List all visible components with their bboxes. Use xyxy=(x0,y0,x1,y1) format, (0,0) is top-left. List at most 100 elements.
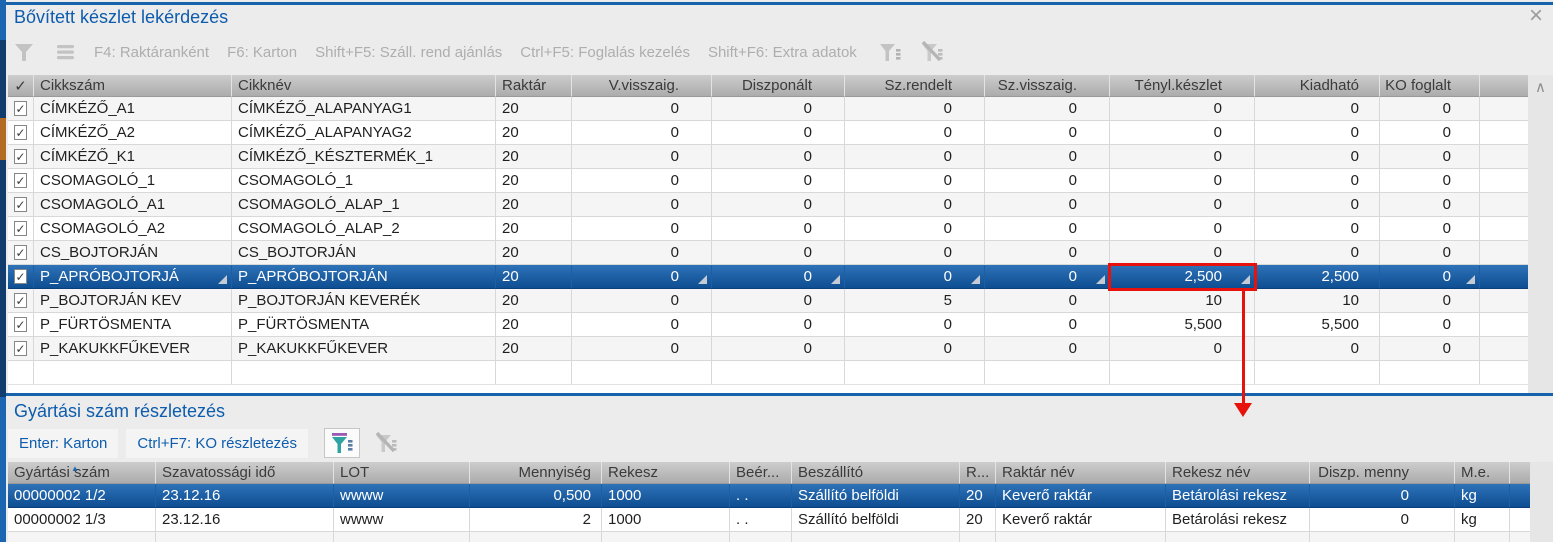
filter-clear-icon[interactable] xyxy=(368,428,404,458)
bottom-grid-scrollbar[interactable] xyxy=(1530,462,1553,542)
cell: 0 xyxy=(572,145,712,169)
cell: 0 xyxy=(1110,217,1255,241)
empty-cell xyxy=(996,532,1166,542)
column-header[interactable]: Beszállító xyxy=(792,462,960,484)
column-header[interactable]: Rekesz név xyxy=(1166,462,1310,484)
window-top-border xyxy=(0,2,1553,5)
table-row[interactable]: ✓ P_FÜRTÖSMENTA P_FÜRTÖSMENTA 20 0 0 0 0 5,500 5,… xyxy=(8,313,1528,337)
empty-cell xyxy=(470,532,602,542)
column-header[interactable]: R... xyxy=(960,462,996,484)
column-header[interactable]: Sz.rendelt xyxy=(845,75,985,97)
column-header[interactable]: Diszp. menny xyxy=(1310,462,1455,484)
cell: 0 xyxy=(1110,337,1255,361)
row-checkbox[interactable]: ✓ xyxy=(8,145,34,169)
row-filler xyxy=(1480,121,1528,145)
cell: 0 xyxy=(1380,337,1480,361)
row-checkbox[interactable]: ✓ xyxy=(8,265,34,289)
table-row[interactable]: ✓ CSOMAGOLÓ_A2 CSOMAGOLÓ_ALAP_2 20 0 0 0 0 0 0 0 xyxy=(8,217,1528,241)
cell: 0 xyxy=(712,337,845,361)
filter-icon[interactable] xyxy=(12,40,38,64)
column-header[interactable]: Raktár xyxy=(496,75,572,97)
cell: CS_BOJTORJÁN xyxy=(34,241,232,265)
column-header[interactable]: Diszponált xyxy=(712,75,845,97)
table-row[interactable]: 00000002 1/3 23.12.16 wwww 2 1000. . Szállító… xyxy=(8,508,1530,532)
cell: 0 xyxy=(1380,121,1480,145)
filter-clear-icon[interactable] xyxy=(919,39,945,65)
action-button[interactable]: Enter: Karton xyxy=(8,428,119,458)
table-row[interactable]: ✓ CÍMKÉZŐ_A1 CÍMKÉZŐ_ALAPANYAG1 20 0 0 0 0 0 0 0 xyxy=(8,97,1528,121)
row-checkbox[interactable]: ✓ xyxy=(8,97,34,121)
close-icon[interactable]: × xyxy=(1529,4,1543,28)
empty-cell xyxy=(1310,532,1455,542)
column-header[interactable]: Kiadható xyxy=(1255,75,1380,97)
column-header[interactable]: Raktár név xyxy=(996,462,1166,484)
table-row[interactable]: ✓ CÍMKÉZŐ_K1 CÍMKÉZŐ_KÉSZTERMÉK_1 20 0 0 0 0 0 0 0 xyxy=(8,145,1528,169)
cell: 0 xyxy=(1380,289,1480,313)
row-checkbox[interactable]: ✓ xyxy=(8,241,34,265)
batch-detail-grid: Gyártási szám ▲ Szavatossági idő LOT Mennyis… xyxy=(8,462,1530,542)
row-checkbox[interactable]: ✓ xyxy=(8,193,34,217)
cell: 0 xyxy=(845,241,985,265)
cell: 2 xyxy=(470,508,602,532)
menu-icon[interactable] xyxy=(54,40,78,64)
cell: CSOMAGOLÓ_ALAP_1 xyxy=(232,193,496,217)
cell: 0 xyxy=(1255,193,1380,217)
column-header[interactable]: Szavatossági idő xyxy=(156,462,334,484)
scroll-up-icon[interactable]: ∧ xyxy=(1535,79,1546,96)
overflow-indicator-icon xyxy=(1241,275,1250,284)
table-row[interactable]: ✓ CS_BOJTORJÁN CS_BOJTORJÁN 20 0 0 0 0 0 0 0 xyxy=(8,241,1528,265)
table-row[interactable]: ✓ CSOMAGOLÓ_1 CSOMAGOLÓ_1 20 0 0 0 0 0 0 0 xyxy=(8,169,1528,193)
empty-cell xyxy=(1110,361,1255,385)
column-header[interactable]: Rekesz xyxy=(602,462,730,484)
overflow-indicator-icon xyxy=(1096,275,1105,284)
table-row[interactable]: ✓ P_BOJTORJÁN KEV P_BOJTORJÁN KEVERÉK 20 0 0 5… xyxy=(8,289,1528,313)
empty-cell xyxy=(1166,532,1310,542)
shortcut-button: F6: Karton xyxy=(227,43,298,61)
filter-list-icon[interactable] xyxy=(877,39,903,65)
column-header[interactable]: Cikkszám xyxy=(34,75,232,97)
row-checkbox[interactable]: ✓ xyxy=(8,121,34,145)
row-checkbox[interactable]: ✓ xyxy=(8,289,34,313)
table-row[interactable]: ✓ CSOMAGOLÓ_A1 CSOMAGOLÓ_ALAP_1 20 0 0 0 0 0 0 0 xyxy=(8,193,1528,217)
cell: 0 xyxy=(1380,169,1480,193)
row-checkbox[interactable]: ✓ xyxy=(8,337,34,361)
cell: 20 xyxy=(496,145,572,169)
column-header[interactable]: Tényl.készlet xyxy=(1110,75,1255,97)
empty-cell xyxy=(156,532,334,542)
action-button[interactable]: Ctrl+F7: KO részletezés xyxy=(126,428,309,458)
column-header[interactable]: Beér... xyxy=(730,462,792,484)
table-row[interactable]: ✓ CÍMKÉZŐ_A2 CÍMKÉZŐ_ALAPANYAG2 20 0 0 0 0 0 0 0 xyxy=(8,121,1528,145)
header-filler xyxy=(1510,462,1530,484)
table-row[interactable]: 00000002 1/2 23.12.16 wwww 0,500 1000. . Szál… xyxy=(8,484,1530,508)
column-header[interactable]: Cikknév xyxy=(232,75,496,97)
cell: wwww xyxy=(334,508,470,532)
select-all-checkbox[interactable]: ✓ xyxy=(8,75,34,97)
column-header[interactable]: LOT xyxy=(334,462,470,484)
cell: 0 xyxy=(1310,484,1455,508)
cell: CSOMAGOLÓ_A1 xyxy=(34,193,232,217)
shortcut-button: Shift+F5: Száll. rend ajánlás xyxy=(315,43,503,61)
cell: 0 xyxy=(1255,241,1380,265)
row-checkbox[interactable]: ✓ xyxy=(8,217,34,241)
row-checkbox[interactable]: ✓ xyxy=(8,313,34,337)
table-row[interactable]: ✓ P_APRÓBOJTORJÁ P_APRÓBOJTORJÁN 20 0 0 0 0 2,50… xyxy=(8,263,1528,291)
top-grid-scrollbar[interactable]: ∧ xyxy=(1528,75,1553,393)
table-row[interactable]: ✓ P_KAKUKKFŰKEVER P_KAKUKKFŰKEVER 20 0 0 0 0 0 0 0 xyxy=(8,337,1528,361)
column-header[interactable]: V.visszaig. xyxy=(572,75,712,97)
column-header[interactable]: Sz.visszaig. xyxy=(985,75,1110,97)
cell: 0 xyxy=(1110,169,1255,193)
filter-list-active-icon[interactable] xyxy=(324,428,361,458)
row-checkbox[interactable]: ✓ xyxy=(8,169,34,193)
column-header[interactable]: KO foglalt xyxy=(1380,75,1480,97)
column-header[interactable]: M.e. xyxy=(1455,462,1510,484)
cell: 0 xyxy=(572,217,712,241)
cell: CÍMKÉZŐ_K1 xyxy=(34,145,232,169)
overflow-indicator-icon xyxy=(831,275,840,284)
row-filler xyxy=(1480,241,1528,265)
empty-cell xyxy=(960,532,996,542)
row-filler xyxy=(1480,289,1528,313)
cell: 0 xyxy=(712,169,845,193)
cell: CÍMKÉZŐ_A2 xyxy=(34,121,232,145)
column-header[interactable]: Gyártási szám ▲ xyxy=(8,462,156,484)
column-header[interactable]: Mennyiség xyxy=(470,462,602,484)
